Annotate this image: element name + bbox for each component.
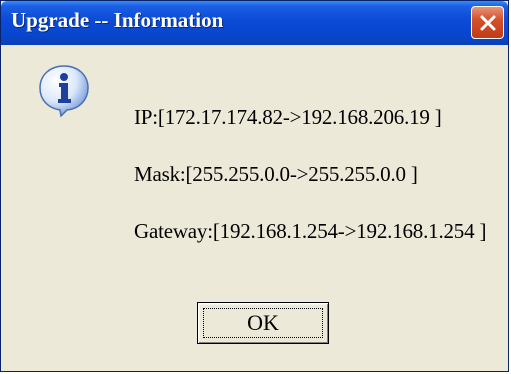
- ok-button-label: OK: [247, 310, 279, 335]
- ip-message: IP:[172.17.174.82->192.168.206.19 ]: [134, 105, 442, 129]
- window-title: Upgrade -- Information: [11, 8, 224, 32]
- dialog-body: IP:[172.17.174.82->192.168.206.19 ] Mask…: [1, 45, 508, 371]
- dialog-window: Upgrade -- Information IP:[172.17.174.82…: [0, 0, 509, 372]
- close-button[interactable]: [471, 6, 504, 39]
- gateway-message: Gateway:[192.168.1.254->192.168.1.254 ]: [134, 219, 487, 243]
- close-icon: [480, 15, 495, 30]
- mask-message: Mask:[255.255.0.0->255.255.0.0 ]: [134, 162, 418, 186]
- title-bar[interactable]: Upgrade -- Information: [1, 1, 508, 45]
- ok-button[interactable]: OK: [197, 302, 329, 344]
- info-icon: [39, 65, 89, 117]
